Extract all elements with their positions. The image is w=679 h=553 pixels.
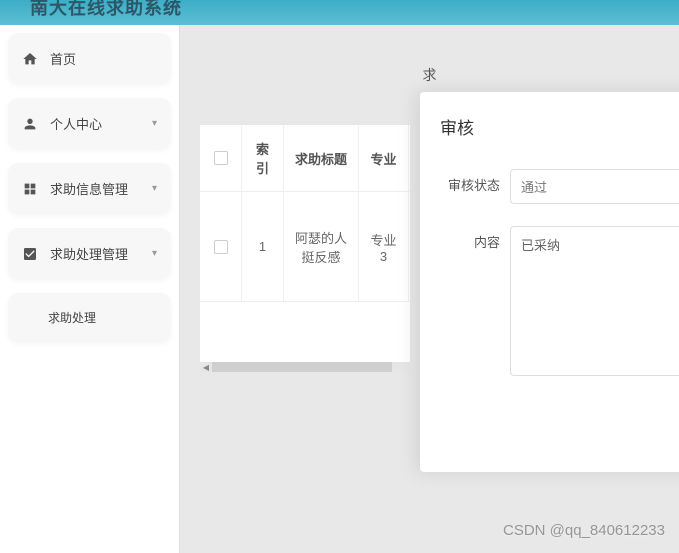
status-label: 审核状态 xyxy=(440,169,500,194)
row-checkbox[interactable] xyxy=(214,240,228,254)
form-row-status: 审核状态 通过 xyxy=(440,169,679,204)
content-label: 内容 xyxy=(440,226,500,251)
chevron-down-icon: ▾ xyxy=(152,248,157,259)
table-header-index: 索引 xyxy=(242,125,284,191)
modal-title: 审核 xyxy=(440,114,679,139)
sidebar-item-label: 首页 xyxy=(50,49,76,68)
scroll-left-icon[interactable]: ◀ xyxy=(200,362,212,372)
form-row-content: 内容 xyxy=(440,226,679,376)
grid-icon xyxy=(22,181,38,197)
scroll-thumb[interactable] xyxy=(212,362,392,372)
row-checkbox-cell xyxy=(200,192,242,301)
row-title: 阿瑟的人挺反感 xyxy=(284,192,359,301)
table-header-row: 索引 求助标题 专业 xyxy=(200,125,410,192)
sidebar-item-home[interactable]: 首页 xyxy=(8,33,171,84)
app-title: 南大在线求助系统 xyxy=(30,0,182,20)
content-textarea[interactable] xyxy=(510,226,679,376)
home-icon xyxy=(22,51,38,67)
status-select[interactable]: 通过 xyxy=(510,169,679,204)
row-major: 专业3 xyxy=(359,192,409,301)
content-title-fragment: 求 xyxy=(200,65,659,85)
status-select-value: 通过 xyxy=(521,177,547,196)
select-all-checkbox[interactable] xyxy=(214,151,228,165)
sidebar-item-label: 求助处理 xyxy=(48,309,96,326)
app-header: 南大在线求助系统 xyxy=(0,0,679,25)
row-index: 1 xyxy=(242,192,284,301)
table-header-checkbox xyxy=(200,125,242,191)
table-row[interactable]: 1 阿瑟的人挺反感 专业3 xyxy=(200,192,410,302)
table-header-title: 求助标题 xyxy=(284,125,359,191)
horizontal-scrollbar[interactable]: ◀ xyxy=(200,362,410,372)
sidebar: 首页 个人中心 ▾ 求助信息管理 ▾ 求助处理管理 ▾ 求助处理 xyxy=(0,25,180,553)
sidebar-item-label: 求助信息管理 xyxy=(50,179,128,198)
review-modal: 审核 审核状态 通过 内容 xyxy=(420,92,679,472)
sidebar-item-help-info[interactable]: 求助信息管理 ▾ xyxy=(8,163,171,214)
data-table: 索引 求助标题 专业 1 阿瑟的人挺反感 专业3 ◀ xyxy=(200,125,410,372)
sidebar-item-label: 个人中心 xyxy=(50,114,102,133)
watermark: CSDN @qq_840612233 xyxy=(503,522,665,539)
user-icon xyxy=(22,116,38,132)
sidebar-item-help-process[interactable]: 求助处理管理 ▾ xyxy=(8,228,171,279)
table-header-major: 专业 xyxy=(359,125,409,191)
sidebar-item-profile[interactable]: 个人中心 ▾ xyxy=(8,98,171,149)
chevron-down-icon: ▾ xyxy=(152,183,157,194)
sidebar-item-help-handle[interactable]: 求助处理 xyxy=(8,293,171,342)
sidebar-item-label: 求助处理管理 xyxy=(50,244,128,263)
check-square-icon xyxy=(22,246,38,262)
chevron-down-icon: ▾ xyxy=(152,118,157,129)
